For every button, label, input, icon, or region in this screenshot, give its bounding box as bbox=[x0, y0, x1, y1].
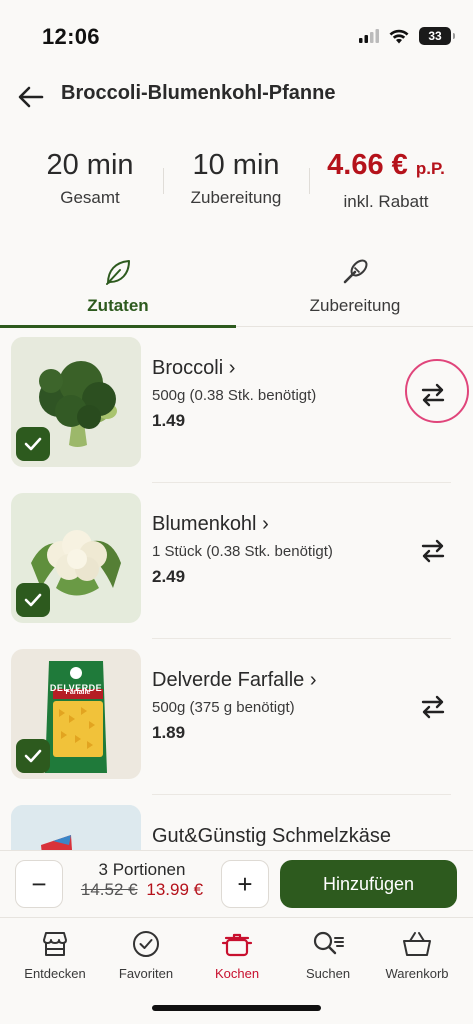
swap-button[interactable] bbox=[415, 377, 451, 413]
nav-label: Kochen bbox=[214, 966, 260, 981]
check-circle-icon bbox=[133, 931, 159, 957]
chevron-right-icon: › bbox=[309, 669, 317, 691]
portions-label: 3 Portionen bbox=[98, 860, 186, 879]
swap-button[interactable] bbox=[415, 533, 451, 569]
stat-total-label: Gesamt bbox=[60, 188, 120, 207]
nav-item-entdecken[interactable]: Entdecken bbox=[8, 928, 102, 981]
ingredient-name[interactable]: Gut&Günstig Schmelzkäse bbox=[152, 825, 391, 848]
stat-price-label: inkl. Rabatt bbox=[343, 192, 429, 211]
status-icons: 33 bbox=[359, 27, 455, 45]
ingredient-name[interactable]: Delverde Farfalle › bbox=[152, 669, 317, 692]
stat-divider bbox=[309, 168, 310, 194]
stat-prep-value: 10 min bbox=[192, 149, 280, 181]
store-icon bbox=[43, 932, 67, 956]
ingredient-image-farfalle: DELVERDE Farfalle bbox=[11, 649, 141, 779]
stat-prep: 10 min Zubereitung bbox=[176, 148, 296, 208]
checked-checkbox[interactable] bbox=[16, 739, 50, 773]
ingredient-amount: 500g (0.38 Stk. benötigt) bbox=[152, 387, 317, 404]
tab-zutaten-label: Zutaten bbox=[87, 296, 149, 315]
stat-price: 4.66 € p.P. inkl. Rabatt bbox=[316, 148, 456, 212]
home-indicator bbox=[152, 1005, 321, 1011]
recipe-tabs: Zutaten Zubereitung bbox=[0, 252, 473, 328]
package-product-text: Farfalle bbox=[65, 689, 91, 696]
add-to-cart-button[interactable]: Hinzufügen bbox=[280, 860, 457, 908]
ingredient-name[interactable]: Blumenkohl › bbox=[152, 513, 269, 536]
swap-arrows-icon bbox=[421, 383, 445, 407]
battery-icon: 33 bbox=[419, 27, 455, 45]
tab-zubereitung[interactable]: Zubereitung bbox=[237, 252, 473, 327]
swap-arrows-icon bbox=[421, 539, 445, 563]
chevron-right-icon: › bbox=[228, 357, 236, 379]
nav-label: Warenkorb bbox=[385, 966, 449, 981]
checked-checkbox[interactable] bbox=[16, 583, 50, 617]
stat-price-value: 4.66 € bbox=[327, 149, 408, 181]
ingredient-row-farfalle[interactable]: DELVERDE Farfalle Delverde Farfalle › 50… bbox=[0, 639, 473, 795]
cheese-package-image bbox=[11, 805, 141, 851]
ingredient-amount: 1 Stück (0.38 Stk. benötigt) bbox=[152, 543, 333, 560]
ingredient-row-schmelzkaese[interactable]: Gut&Günstig Schmelzkäse bbox=[0, 795, 473, 851]
ingredient-price: 2.49 bbox=[152, 567, 186, 586]
ingredient-image-schmelzkaese bbox=[11, 805, 141, 851]
checkmark-icon bbox=[24, 437, 42, 451]
tab-zubereitung-label: Zubereitung bbox=[309, 296, 401, 315]
ingredient-image-blumenkohl bbox=[11, 493, 141, 623]
ingredient-name[interactable]: Broccoli › bbox=[152, 357, 235, 380]
ingredient-price: 1.49 bbox=[152, 411, 186, 430]
stat-price-suffix: p.P. bbox=[415, 159, 445, 178]
search-list-icon bbox=[313, 931, 344, 955]
arrow-left-icon bbox=[18, 86, 44, 108]
ingredient-price: 1.89 bbox=[152, 723, 186, 742]
checked-checkbox[interactable] bbox=[16, 427, 50, 461]
tab-zutaten[interactable]: Zutaten bbox=[0, 252, 236, 328]
leaf-icon bbox=[106, 260, 130, 285]
back-button[interactable] bbox=[16, 82, 46, 112]
nav-item-favoriten[interactable]: Favoriten bbox=[99, 928, 193, 981]
stat-total-value: 20 min bbox=[46, 149, 134, 181]
bottom-action-bar: − 3 Portionen 14.52 € 13.99 € + Hinzufüg… bbox=[0, 850, 473, 916]
nav-item-warenkorb[interactable]: Warenkorb bbox=[370, 928, 464, 981]
checkmark-icon bbox=[24, 749, 42, 763]
swap-arrows-icon bbox=[421, 695, 445, 719]
nav-item-kochen[interactable]: Kochen bbox=[190, 928, 284, 981]
nav-item-suchen[interactable]: Suchen bbox=[281, 928, 375, 981]
nav-label: Entdecken bbox=[24, 966, 86, 981]
pot-icon bbox=[221, 933, 253, 957]
swap-button[interactable] bbox=[415, 689, 451, 725]
stat-prep-label: Zubereitung bbox=[190, 188, 282, 207]
header: Broccoli-Blumenkohl-Pfanne bbox=[0, 74, 473, 118]
status-time: 12:06 bbox=[42, 24, 100, 49]
nav-label: Suchen bbox=[305, 966, 351, 981]
signal-icon bbox=[359, 29, 379, 43]
page-title: Broccoli-Blumenkohl-Pfanne bbox=[61, 82, 336, 104]
old-price: 14.52 € bbox=[80, 880, 138, 899]
checkmark-icon bbox=[24, 593, 42, 607]
ingredient-image-broccoli bbox=[11, 337, 141, 467]
ingredient-amount: 500g (375 g benötigt) bbox=[152, 699, 295, 716]
whisk-icon bbox=[343, 259, 368, 284]
nav-label: Favoriten bbox=[118, 966, 174, 981]
new-price: 13.99 € bbox=[146, 880, 204, 899]
basket-icon bbox=[403, 932, 431, 956]
ingredient-row-blumenkohl[interactable]: Blumenkohl › 1 Stück (0.38 Stk. benötigt… bbox=[0, 483, 473, 639]
stat-total: 20 min Gesamt bbox=[30, 148, 150, 208]
decrease-portions-button[interactable]: − bbox=[15, 860, 63, 908]
increase-portions-button[interactable]: + bbox=[221, 860, 269, 908]
recipe-stats: 20 min Gesamt 10 min Zubereitung 4.66 € … bbox=[0, 148, 473, 218]
chevron-right-icon: › bbox=[262, 513, 269, 535]
stat-divider bbox=[163, 168, 164, 194]
ingredient-row-broccoli[interactable]: Broccoli › 500g (0.38 Stk. benötigt) 1.4… bbox=[0, 327, 473, 483]
status-bar: 12:06 33 bbox=[0, 0, 473, 74]
portions-summary: 3 Portionen 14.52 € 13.99 € bbox=[72, 860, 212, 900]
wifi-icon bbox=[389, 29, 409, 43]
